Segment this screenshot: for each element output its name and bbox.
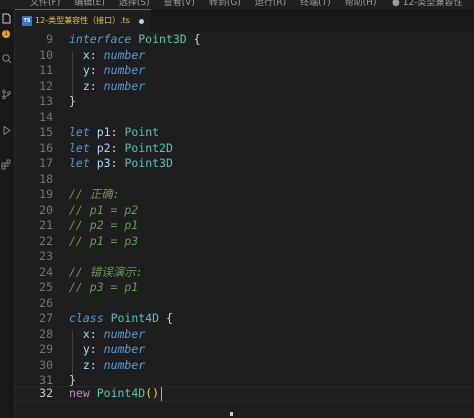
- typescript-file-icon: TS: [22, 16, 32, 26]
- menu-file[interactable]: 文件(F): [30, 0, 60, 9]
- line-number: 14: [39, 109, 53, 124]
- code-line-current: 32 new Point4D(): [15, 386, 474, 402]
- code-line: 18: [15, 172, 474, 188]
- code-line: 12 z: number: [15, 79, 474, 95]
- code-line: 28 x: number: [15, 327, 474, 343]
- line-number: 21: [39, 218, 53, 232]
- line-number: 15: [39, 125, 53, 139]
- mouse-pointer-icon: [230, 412, 233, 416]
- line-number: 26: [39, 295, 53, 310]
- line-number: 16: [39, 140, 53, 155]
- line-number: 18: [39, 171, 53, 186]
- code-line: 25 // p3 = p1: [15, 280, 474, 296]
- tab-bar: TS 12-类型兼容性（接口）.ts: [15, 9, 474, 32]
- line-number: 29: [39, 342, 53, 356]
- line-number: 30: [39, 357, 53, 372]
- line-number: 24: [39, 264, 53, 279]
- search-icon[interactable]: [1, 53, 12, 64]
- code-line: 24 // 错误演示:: [15, 265, 474, 281]
- line-number: 32: [39, 386, 53, 400]
- line-number: 13: [39, 94, 53, 108]
- menu-items: 文件(F) 编辑(E) 选择(S) 查看(V) 转到(G) 运行(R) 终端(T…: [30, 0, 376, 9]
- code-line: 27 class Point4D {: [15, 311, 474, 327]
- code-line: 22 // p1 = p3: [15, 234, 474, 250]
- code-line: 11 y: number: [15, 63, 474, 79]
- window-title: ● 12-类型兼容性: [392, 0, 463, 8]
- code-line: 26: [15, 296, 474, 312]
- line-number: 27: [39, 311, 53, 325]
- line-number: 11: [39, 63, 53, 77]
- activity-bar: 1: [0, 9, 15, 418]
- code-line: 9 interface Point3D {: [15, 32, 474, 48]
- line-number: 23: [39, 249, 53, 263]
- code-line: 13 }: [15, 94, 474, 110]
- line-number: 22: [39, 233, 53, 248]
- explorer-badge: 1: [2, 30, 10, 38]
- code-line: 21 // p2 = p1: [15, 218, 474, 234]
- code-line: 17 let p3: Point3D: [15, 156, 474, 172]
- tab-active-file[interactable]: TS 12-类型兼容性（接口）.ts: [15, 9, 151, 32]
- line-number: 20: [39, 202, 53, 217]
- menu-edit[interactable]: 编辑(E): [74, 0, 105, 9]
- source-control-icon[interactable]: [1, 89, 12, 100]
- line-number: 12: [39, 78, 53, 93]
- line-number: 28: [39, 326, 53, 341]
- code-line: 20 // p1 = p2: [15, 203, 474, 219]
- code-line: 23: [15, 249, 474, 265]
- tab-label: 12-类型兼容性（接口）.ts: [35, 16, 130, 25]
- text-cursor: [161, 387, 162, 401]
- code-line: 30 z: number: [15, 358, 474, 374]
- menu-terminal[interactable]: 终端(T): [300, 0, 331, 9]
- menu-bar: 文件(F) 编辑(E) 选择(S) 查看(V) 转到(G) 运行(R) 终端(T…: [0, 0, 474, 9]
- line-number: 10: [39, 47, 53, 62]
- unsaved-dot-icon[interactable]: [139, 19, 144, 24]
- code-editor[interactable]: 9 interface Point3D { 10 x: number 11 y:…: [15, 32, 474, 418]
- explorer-icon[interactable]: [1, 13, 12, 24]
- code-line: 29 y: number: [15, 342, 474, 358]
- code-line: 19 // 正确:: [15, 187, 474, 203]
- line-number: 17: [39, 156, 53, 170]
- menu-go[interactable]: 转到(G): [209, 0, 241, 9]
- code-line: 15 let p1: Point: [15, 125, 474, 141]
- menu-selection[interactable]: 选择(S): [119, 0, 150, 9]
- code-line: 16 let p2: Point2D: [15, 141, 474, 157]
- line-number: 9: [46, 32, 53, 46]
- menu-view[interactable]: 查看(V): [164, 0, 195, 9]
- run-debug-icon[interactable]: [1, 125, 12, 136]
- line-number: 19: [39, 187, 53, 201]
- menu-help[interactable]: 帮助(H): [345, 0, 377, 9]
- code-line: 14: [15, 110, 474, 126]
- menu-run[interactable]: 运行(R): [255, 0, 286, 9]
- code-line: 10 x: number: [15, 48, 474, 64]
- extensions-icon[interactable]: [1, 159, 12, 170]
- line-number: 25: [39, 280, 53, 294]
